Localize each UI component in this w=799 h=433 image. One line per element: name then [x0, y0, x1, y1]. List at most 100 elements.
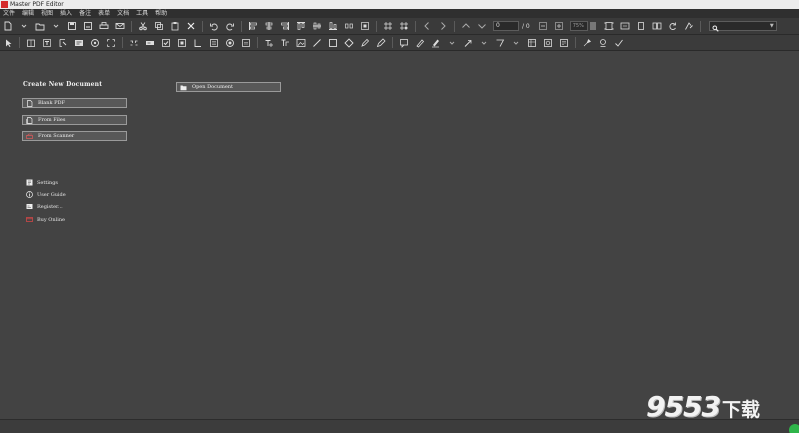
underline-icon[interactable]	[431, 38, 441, 48]
zoom-out-icon[interactable]	[538, 21, 548, 31]
resize-icon[interactable]	[360, 21, 370, 31]
print-icon[interactable]	[99, 21, 109, 31]
open-document-button[interactable]: Open Document	[176, 82, 281, 92]
buy-online-link[interactable]: Buy Online	[26, 216, 65, 223]
rectangle-icon[interactable]	[312, 38, 322, 48]
open-icon[interactable]	[35, 21, 45, 31]
user-guide-link[interactable]: User Guide	[26, 191, 66, 198]
snapshot-icon[interactable]	[90, 38, 100, 48]
search-icon	[712, 17, 719, 36]
settings-link[interactable]: Settings	[26, 179, 58, 186]
measure-icon[interactable]	[582, 38, 592, 48]
save-icon[interactable]	[67, 21, 77, 31]
chevron-down-icon[interactable]: ▼	[770, 23, 774, 29]
text-field-icon[interactable]	[145, 38, 155, 48]
blank-pdf-button[interactable]: Blank PDF	[22, 98, 127, 108]
polyline-icon[interactable]	[527, 38, 537, 48]
page-total: / 0	[522, 22, 530, 30]
watermark: 9553 下载	[646, 391, 760, 422]
title-bar: Master PDF Editor	[0, 0, 799, 9]
dropdown-icon[interactable]	[511, 38, 521, 48]
edit-object-icon[interactable]	[58, 38, 68, 48]
select-icon[interactable]	[3, 38, 13, 48]
two-page-icon[interactable]	[652, 21, 662, 31]
redo-icon[interactable]	[225, 21, 235, 31]
dropdown-icon[interactable]	[19, 21, 29, 31]
form-icon[interactable]	[74, 38, 84, 48]
menu-help[interactable]: 帮助	[155, 9, 167, 18]
rotate-icon[interactable]	[668, 21, 678, 31]
strikeout-icon[interactable]	[463, 38, 473, 48]
checkbox-icon[interactable]	[161, 38, 171, 48]
menu-file[interactable]: 文件	[3, 9, 15, 18]
grid-icon[interactable]	[383, 21, 393, 31]
note-icon[interactable]	[399, 38, 409, 48]
menu-comment[interactable]: 备注	[79, 9, 91, 18]
arrow-icon[interactable]	[495, 38, 505, 48]
save-as-icon[interactable]	[83, 21, 93, 31]
next-page-icon[interactable]	[477, 21, 487, 31]
sign-icon[interactable]	[129, 38, 139, 48]
align-middle-icon[interactable]	[312, 21, 322, 31]
snap-icon[interactable]	[399, 21, 409, 31]
single-page-icon[interactable]	[636, 21, 646, 31]
next-view-icon[interactable]	[438, 21, 448, 31]
align-right-icon[interactable]	[280, 21, 290, 31]
register-link[interactable]: Register...	[26, 203, 63, 210]
zoom-level-input[interactable]: 75%	[569, 21, 588, 31]
menu-document[interactable]: 文档	[117, 9, 129, 18]
link-icon[interactable]	[106, 38, 116, 48]
pencil-icon[interactable]	[360, 38, 370, 48]
new-document-icon[interactable]	[3, 21, 13, 31]
menu-tools[interactable]: 工具	[136, 9, 148, 18]
ellipse-icon[interactable]	[328, 38, 338, 48]
dropdown-icon[interactable]	[479, 38, 489, 48]
stamp-icon[interactable]	[543, 38, 553, 48]
fit-page-icon[interactable]	[604, 21, 614, 31]
from-files-button[interactable]: From Files	[22, 115, 127, 125]
combo-box-icon[interactable]	[193, 38, 203, 48]
menu-edit[interactable]: 编辑	[22, 9, 34, 18]
menu-view[interactable]: 视图	[41, 9, 53, 18]
previous-page-icon[interactable]	[461, 21, 471, 31]
align-center-icon[interactable]	[264, 21, 274, 31]
search-text-icon[interactable]	[598, 38, 608, 48]
page-number-input[interactable]: 0	[493, 21, 519, 31]
fit-width-icon[interactable]	[620, 21, 630, 31]
zoom-in-icon[interactable]	[554, 21, 564, 31]
add-image-icon[interactable]	[280, 38, 290, 48]
dropdown-icon[interactable]	[51, 21, 61, 31]
image-field-icon[interactable]	[241, 38, 251, 48]
align-top-icon[interactable]	[296, 21, 306, 31]
line-icon[interactable]	[296, 38, 306, 48]
cut-icon[interactable]	[138, 21, 148, 31]
pencil-icon[interactable]	[376, 37, 386, 48]
delete-icon[interactable]	[186, 21, 196, 31]
zoom-dropdown[interactable]	[589, 22, 596, 30]
undo-icon[interactable]	[209, 21, 219, 31]
radio-icon[interactable]	[177, 38, 187, 48]
previous-view-icon[interactable]	[422, 21, 432, 31]
highlight-icon[interactable]	[415, 38, 425, 48]
from-scanner-button[interactable]: From Scanner	[22, 131, 127, 141]
edit-text-icon[interactable]	[42, 38, 52, 48]
hand-icon[interactable]	[26, 38, 36, 48]
check-icon[interactable]	[614, 38, 624, 48]
paste-icon[interactable]	[170, 21, 180, 31]
align-bottom-icon[interactable]	[328, 21, 338, 31]
menu-insert[interactable]: 插入	[60, 9, 72, 18]
copy-icon[interactable]	[154, 21, 164, 31]
attachment-icon[interactable]	[559, 38, 569, 48]
find-icon[interactable]	[684, 21, 694, 31]
align-left-icon[interactable]	[248, 21, 258, 31]
email-icon[interactable]	[115, 21, 125, 31]
dropdown-icon[interactable]	[447, 38, 457, 48]
polygon-icon[interactable]	[344, 37, 354, 48]
add-text-icon[interactable]	[264, 38, 274, 48]
list-box-icon[interactable]	[209, 38, 219, 48]
key-icon	[26, 203, 33, 210]
button-icon[interactable]	[225, 38, 235, 48]
distribute-icon[interactable]	[344, 21, 354, 31]
menu-forms[interactable]: 表单	[98, 9, 110, 18]
search-input[interactable]: ▼	[708, 21, 777, 32]
